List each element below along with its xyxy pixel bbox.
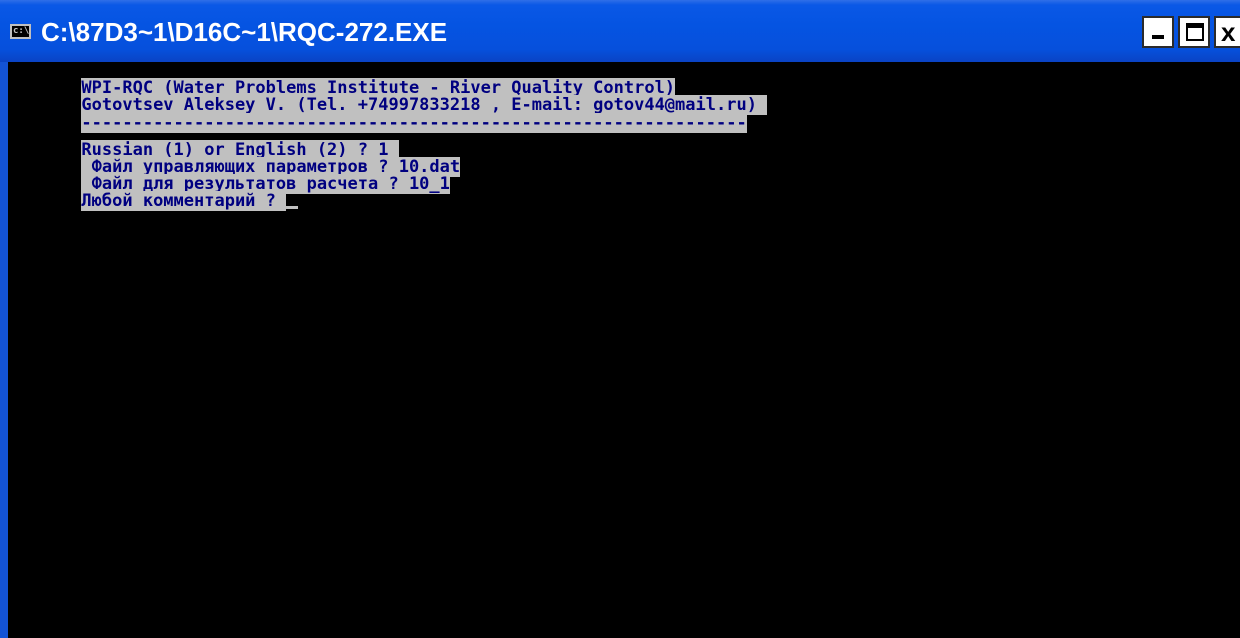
console-icon[interactable]: c:\ (10, 24, 31, 39)
maximize-button[interactable] (1178, 16, 1210, 48)
console-prompt: Любой комментарий ? (81, 191, 287, 211)
minimize-button[interactable] (1142, 16, 1174, 48)
window-title: C:\87D3~1\D16C~1\RQC-272.EXE (41, 17, 448, 47)
minimize-icon (1152, 35, 1164, 39)
title-bar[interactable]: c:\ C:\87D3~1\D16C~1\RQC-272.EXE x (0, 0, 1240, 62)
console-line: Любой комментарий ? (20, 177, 299, 211)
text-cursor[interactable] (286, 206, 299, 209)
console-output[interactable]: WPI-RQC (Water Problems Institute - Rive… (0, 62, 1240, 638)
console-window: c:\ C:\87D3~1\D16C~1\RQC-272.EXE x WPI-R… (0, 0, 1240, 638)
console-line: Russian (1) or English (2) ? 1 (20, 126, 399, 160)
console-line: ----------------------------------------… (20, 102, 747, 133)
maximize-icon (1186, 23, 1204, 41)
console-line: Файл для результатов расчета ? 10_1 (20, 160, 450, 194)
console-line: Файл управляющих параметров ? 10.dat (20, 143, 461, 177)
close-button[interactable]: x (1214, 16, 1240, 48)
console-line: Gotovtsev Aleksey V. (Tel. +74997833218 … (20, 81, 768, 115)
console-line: WPI-RQC (Water Problems Institute - Rive… (20, 64, 676, 98)
close-icon: x (1221, 17, 1236, 47)
